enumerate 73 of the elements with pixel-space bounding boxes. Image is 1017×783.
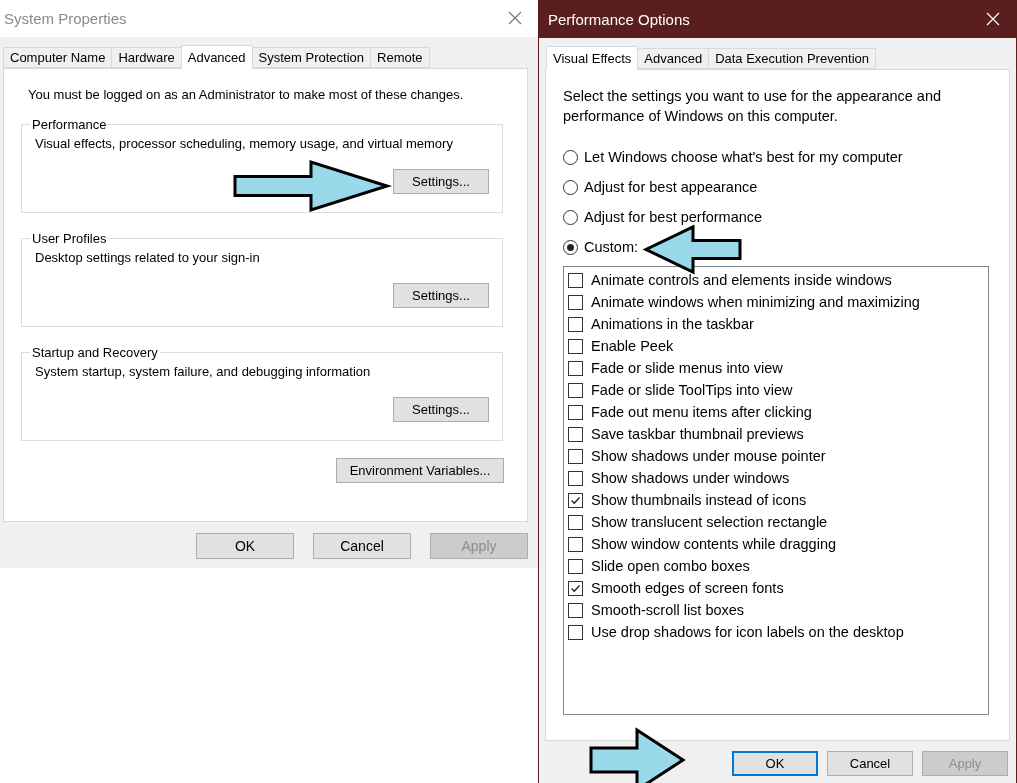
tab[interactable]: Remote <box>370 47 430 68</box>
admin-notice: You must be logged on as an Administrator to make most of these changes. <box>28 87 465 103</box>
checkbox[interactable] <box>568 360 583 376</box>
checkbox-label: Animations in the taskbar <box>591 316 754 332</box>
dialog-button[interactable]: Cancel <box>313 533 411 559</box>
checkbox[interactable] <box>568 294 583 310</box>
dialog-button[interactable]: OK <box>196 533 294 559</box>
close-icon <box>986 11 1000 26</box>
checkbox[interactable] <box>568 536 583 552</box>
radio-button[interactable] <box>563 209 578 225</box>
checkbox-label: Show shadows under mouse pointer <box>591 448 826 464</box>
checkbox-label: Fade or slide ToolTips into view <box>591 382 793 398</box>
settings-button[interactable]: Settings... <box>393 283 489 308</box>
radio-button[interactable] <box>563 149 578 165</box>
tab[interactable]: Advanced <box>637 48 710 69</box>
group-title: Startup and Recovery <box>31 345 159 360</box>
environment-variables-button[interactable]: Environment Variables... <box>336 458 504 483</box>
checkbox-label: Enable Peek <box>591 338 674 354</box>
settings-button[interactable]: Settings... <box>393 169 489 194</box>
settings-button[interactable]: Settings... <box>393 397 489 422</box>
tab[interactable]: System Protection <box>251 47 372 68</box>
window-title: System Properties <box>4 10 127 27</box>
checkbox[interactable] <box>568 404 583 420</box>
checkbox-label: Animate controls and elements inside windows <box>591 272 892 288</box>
checkbox[interactable] <box>568 448 583 464</box>
tab[interactable]: Advanced <box>180 45 253 69</box>
checkbox-label: Show thumbnails instead of icons <box>591 492 807 508</box>
checkbox[interactable] <box>568 492 583 508</box>
tab[interactable]: Data Execution Prevention <box>708 48 877 69</box>
radio-button[interactable] <box>563 239 578 255</box>
checkbox-label: Save taskbar thumbnail previews <box>591 426 804 442</box>
group-description: System startup, system failure, and debugging information <box>35 364 372 380</box>
close-icon <box>508 10 522 25</box>
radio-label: Adjust for best appearance <box>584 179 758 195</box>
close-button[interactable] <box>986 11 1002 28</box>
checkbox[interactable] <box>568 426 583 442</box>
checkbox-label: Smooth-scroll list boxes <box>591 602 745 618</box>
checkbox[interactable] <box>568 382 583 398</box>
group-description: Visual effects, processor scheduling, memory usage, and virtual memory <box>35 136 454 152</box>
checkbox[interactable] <box>568 470 583 486</box>
tab[interactable]: Visual Effects <box>546 46 639 70</box>
radio-label: Adjust for best performance <box>584 209 763 225</box>
window-title: Performance Options <box>548 11 690 28</box>
checkbox[interactable] <box>568 514 583 530</box>
checkbox-label: Show shadows under windows <box>591 470 790 486</box>
checkbox[interactable] <box>568 602 583 618</box>
checkbox-label: Show window contents while dragging <box>591 536 837 552</box>
checkbox-label: Show translucent selection rectangle <box>591 514 828 530</box>
checkbox-label: Smooth edges of screen fonts <box>591 580 784 596</box>
checkbox-label: Fade out menu items after clicking <box>591 404 812 420</box>
checkbox-label: Slide open combo boxes <box>591 558 750 574</box>
checkbox[interactable] <box>568 316 583 332</box>
check-mark-icon <box>570 494 581 506</box>
checkbox[interactable] <box>568 558 583 574</box>
radio-label: Let Windows choose what's best for my computer <box>584 149 903 165</box>
check-mark-icon <box>570 582 581 594</box>
intro-text: Select the settings you want to use for the appearance and performance of Windows on this computer. <box>563 87 943 126</box>
radio-button[interactable] <box>563 179 578 195</box>
group-description: Desktop settings related to your sign-in <box>35 250 261 266</box>
dialog-button[interactable]: OK <box>732 751 818 776</box>
group-title: Performance <box>31 117 108 132</box>
checkbox-label: Animate windows when minimizing and maximizing <box>591 294 920 310</box>
checkbox[interactable] <box>568 272 583 288</box>
checkbox[interactable] <box>568 338 583 354</box>
checkbox[interactable] <box>568 580 583 596</box>
dialog-button[interactable]: Cancel <box>827 751 913 776</box>
tab[interactable]: Computer Name <box>3 47 113 68</box>
checkbox-label: Fade or slide menus into view <box>591 360 783 376</box>
radio-label: Custom: <box>584 239 638 255</box>
checkbox-label: Use drop shadows for icon labels on the desktop <box>591 624 904 640</box>
checkbox[interactable] <box>568 624 583 640</box>
group-title: User Profiles <box>31 231 108 246</box>
tab[interactable]: Hardware <box>111 47 182 68</box>
